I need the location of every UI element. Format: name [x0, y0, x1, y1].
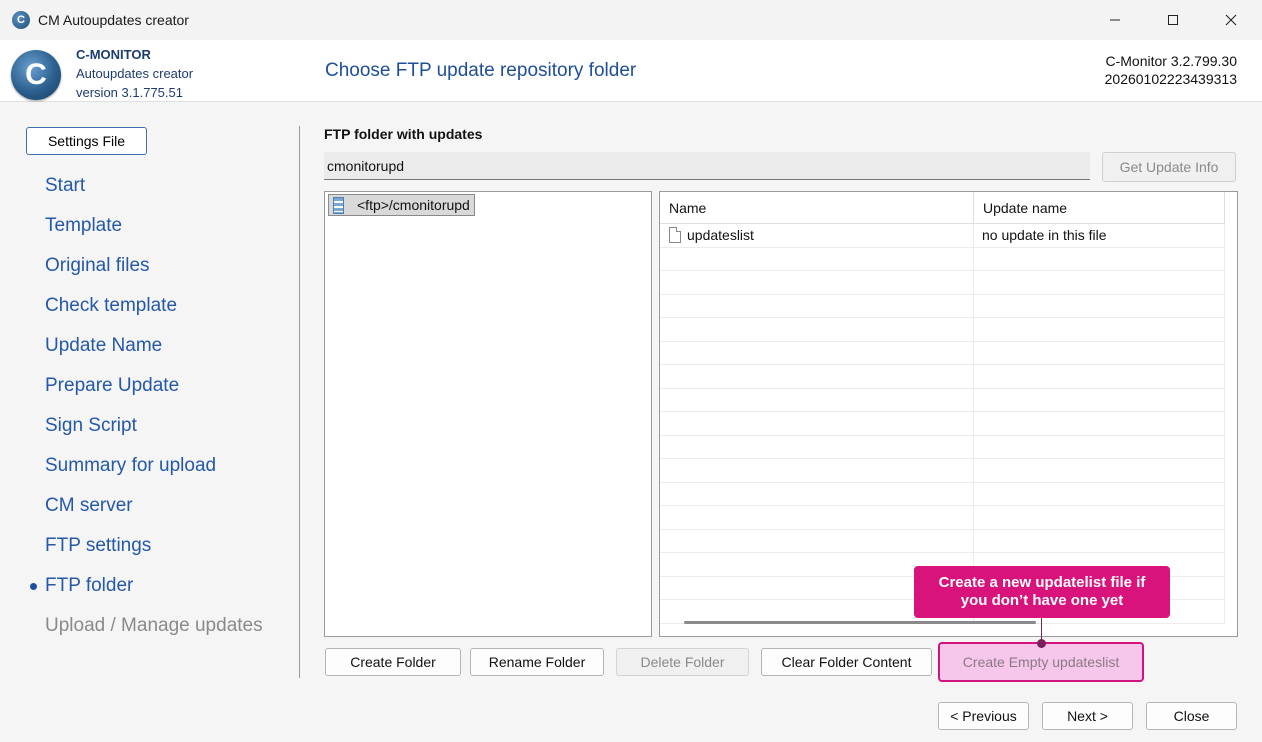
window-titlebar: C CM Autoupdates creator: [0, 0, 1262, 40]
brand-product: Autoupdates creator: [76, 66, 194, 81]
next-button[interactable]: Next >: [1042, 702, 1133, 730]
callout-tooltip: Create a new updatelist file if you don’…: [914, 566, 1170, 618]
brand-block: C-MONITOR Autoupdates creator version 3.…: [76, 45, 193, 102]
version-info: C-Monitor 3.2.799.30 20260102223439313: [1105, 52, 1237, 88]
table-row-empty: [660, 318, 1225, 342]
file-update-name: no update in this file: [974, 224, 1225, 247]
create-folder-button[interactable]: Create Folder: [325, 648, 461, 676]
ftp-folder-tree[interactable]: <ftp>/cmonitorupd: [324, 191, 652, 637]
table-row-empty: [660, 529, 1225, 553]
ftp-folder-label: FTP folder with updates: [324, 126, 483, 142]
table-row-empty: [660, 271, 1225, 295]
nav-step-ftp-folder[interactable]: FTP folder: [30, 570, 263, 610]
table-row-empty: [660, 341, 1225, 365]
nav-step-original-files[interactable]: Original files: [45, 250, 263, 290]
table-row-empty: [660, 247, 1225, 271]
file-icon: [669, 227, 681, 244]
table-row-empty: [660, 435, 1225, 459]
rename-folder-button[interactable]: Rename Folder: [470, 648, 604, 676]
horizontal-scrollbar[interactable]: [684, 621, 1036, 624]
nav-step-template[interactable]: Template: [45, 210, 263, 250]
brand-version: version 3.1.775.51: [76, 85, 183, 100]
window-title: CM Autoupdates creator: [38, 12, 189, 28]
build-id: 20260102223439313: [1104, 71, 1237, 87]
settings-file-button[interactable]: Settings File: [26, 127, 147, 155]
get-update-info-button[interactable]: Get Update Info: [1102, 152, 1236, 182]
wizard-steps: Start Template Original files Check temp…: [30, 170, 263, 650]
minimize-icon[interactable]: [1086, 0, 1144, 40]
clear-folder-content-button[interactable]: Clear Folder Content: [761, 648, 932, 676]
cmonitor-logo: C: [11, 50, 61, 100]
tree-node-label: <ftp>/cmonitorupd: [357, 197, 470, 213]
table-row-empty: [660, 365, 1225, 389]
callout-dot: [1037, 639, 1046, 648]
main-content: Settings File Start Template Original fi…: [0, 102, 1262, 742]
app-header: C C-MONITOR Autoupdates creator version …: [0, 40, 1262, 102]
sidebar-divider: [299, 126, 300, 678]
table-row-empty: [660, 294, 1225, 318]
table-rows: updateslist no update in this file: [660, 224, 1225, 624]
ftp-folder-input[interactable]: [324, 152, 1090, 180]
brand-name: C-MONITOR: [76, 47, 151, 62]
nav-step-upload-manage-updates: Upload / Manage updates: [45, 615, 263, 636]
cm-version: C-Monitor 3.2.799.30: [1105, 53, 1237, 69]
tree-node-root[interactable]: <ftp>/cmonitorupd: [328, 194, 475, 216]
previous-button[interactable]: < Previous: [938, 702, 1029, 730]
callout-line-2: you don’t have one yet: [960, 592, 1124, 609]
nav-step-update-name[interactable]: Update Name: [45, 330, 263, 370]
table-row[interactable]: updateslist no update in this file: [660, 224, 1225, 248]
nav-step-cm-server[interactable]: CM server: [45, 490, 263, 530]
delete-folder-button: Delete Folder: [616, 648, 749, 676]
close-button[interactable]: Close: [1146, 702, 1237, 730]
table-row-empty: [660, 482, 1225, 506]
create-empty-updateslist-button[interactable]: Create Empty updateslist: [938, 642, 1144, 682]
table-row-empty: [660, 506, 1225, 530]
page-title: Choose FTP update repository folder: [325, 60, 637, 81]
nav-step-sign-script[interactable]: Sign Script: [45, 410, 263, 450]
table-row-empty: [660, 388, 1225, 412]
column-header-name[interactable]: Name: [660, 192, 974, 223]
server-icon: [333, 196, 344, 214]
table-row-empty: [660, 412, 1225, 436]
nav-step-check-template[interactable]: Check template: [45, 290, 263, 330]
column-header-update-name[interactable]: Update name: [974, 192, 1225, 223]
nav-step-prepare-update[interactable]: Prepare Update: [45, 370, 263, 410]
close-icon[interactable]: [1202, 0, 1260, 40]
nav-step-summary-for-upload[interactable]: Summary for upload: [45, 450, 263, 490]
nav-step-start[interactable]: Start: [45, 170, 263, 210]
table-row-empty: [660, 459, 1225, 483]
app-icon: C: [12, 11, 30, 29]
file-name: updateslist: [687, 226, 754, 243]
callout-line-1: Create a new updatelist file if: [938, 574, 1146, 591]
table-header: Name Update name: [660, 192, 1225, 224]
maximize-icon[interactable]: [1144, 0, 1202, 40]
nav-step-ftp-settings[interactable]: FTP settings: [45, 530, 263, 570]
